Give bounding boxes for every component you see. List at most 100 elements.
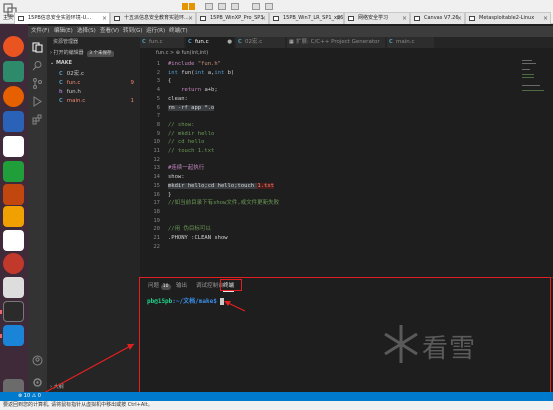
code-text: show: [168,173,185,182]
code-line[interactable]: 7 [140,112,553,121]
code-line[interactable]: 11 // touch 1.txt [140,147,553,156]
code-line[interactable]: 8 // show: [140,121,553,130]
c-file-icon: C [59,80,63,86]
close-icon[interactable]: × [457,13,462,24]
code-line[interactable]: 14 show: [140,173,553,182]
code-line[interactable]: 15 mkdir hello;cd hello;touch 1.txt [140,182,553,191]
tab-main-c[interactable]: C main.c [387,37,435,48]
close-icon[interactable]: × [402,13,407,24]
line-number: 7 [156,113,160,120]
code-line[interactable]: 9 // mkdir hello [140,130,553,139]
code-line[interactable]: 1 #include "fun.h" [140,60,553,69]
minimap[interactable] [520,58,550,118]
close-icon[interactable]: × [543,13,548,24]
code-line[interactable]: 17 //如当前目录下有show文件,或文件更新失败 [140,199,553,208]
settings-icon[interactable] [3,253,24,274]
code-line[interactable]: 20 //用 伪目标可以 [140,225,553,234]
libreoffice-calc-icon[interactable] [3,161,24,182]
firefox-icon[interactable] [3,86,24,107]
explorer-icon[interactable] [32,42,43,53]
menu-selection[interactable]: 选择(S) [77,26,96,37]
h-file-icon: h [59,89,63,95]
code-line[interactable]: 2 int fun(int a,int b) [140,69,553,78]
tab-02hong-c[interactable]: C 02宏.c [236,37,286,48]
code-editor[interactable]: 1 #include "fun.h" 2 int fun(int a,int b) 3{… [140,58,553,276]
file-item[interactable]: h fun.h [47,88,140,97]
run-debug-icon[interactable] [32,96,43,107]
code-line[interactable]: 12 [140,156,553,165]
home-tab[interactable]: 主页 [3,14,13,21]
tab-fun-c-1[interactable]: C fun.c [140,37,185,48]
libreoffice-writer-icon[interactable] [3,111,24,132]
problems-status[interactable]: ⊗ 10 ⚠ 0 [18,392,41,401]
vm-unity-icon[interactable] [265,3,273,10]
code-line[interactable]: 18 [140,208,553,217]
outline-section[interactable]: › 大纲 [47,383,140,392]
file-name: main.c [66,98,86,104]
vm-snapshot-manager-icon[interactable] [231,3,239,10]
code-line[interactable]: 19 [140,217,553,226]
code-line[interactable]: 10 // cd hello [140,138,553,147]
menu-go[interactable]: 转到(G) [123,26,143,37]
document-icon[interactable] [3,136,24,157]
vm-snapshot-icon[interactable] [205,3,213,10]
vm-tab-4[interactable]: 网络安全学习 × [344,12,410,24]
code-line[interactable]: 22 [140,243,553,252]
vm-tab-6[interactable]: Metasploitable2-Linux × [465,12,551,24]
breadcrumb[interactable]: fun.c > ⊕ fun(int,int) [140,49,553,58]
account-icon[interactable] [32,355,43,366]
libreoffice-impress-icon[interactable] [3,184,24,205]
source-control-icon[interactable] [32,78,43,89]
extensions-icon[interactable] [32,114,43,125]
vm-fullscreen-icon[interactable] [252,3,260,10]
menu-edit[interactable]: 编辑(E) [54,26,73,37]
terminal-icon[interactable] [3,301,24,322]
menu-file[interactable]: 文件(F) [31,26,49,37]
tab-extension[interactable]: ▦ 扩展: C/C++ Project Generator [287,37,386,48]
vm-tab-5[interactable]: Canvas V7.26 × [410,12,465,24]
pause-icon[interactable] [182,3,188,10]
vm-tab-3[interactable]: 15PB_Win7_LR_SP1_x86 × [269,12,344,24]
code-line[interactable]: 16} [140,191,553,200]
menu-run[interactable]: 运行(R) [146,26,165,37]
ubuntu-logo-icon[interactable] [3,36,24,57]
code-line[interactable]: 5 clean: [140,95,553,104]
amazon-icon[interactable] [3,230,24,251]
line-number: 9 [156,130,160,137]
close-icon[interactable]: × [102,13,107,24]
file-item[interactable]: C main.c 1 [47,97,140,106]
close-icon[interactable]: × [336,13,341,24]
update-icon[interactable] [3,277,24,298]
problem-count: 1 [130,98,135,104]
unsaved-dot-icon[interactable]: ● [227,37,232,48]
file-item[interactable]: C fun.c 9 [47,79,140,88]
files-icon[interactable] [3,61,24,82]
menu-view[interactable]: 查看(V) [100,26,119,37]
menu-terminal[interactable]: 终端(T) [169,26,188,37]
vm-tab-0[interactable]: 15PB信息安全实验环境-U... × [14,12,110,24]
code-line[interactable]: 6 rm -rf app *.o [140,104,553,113]
file-item[interactable]: C 02宏.c [47,70,140,79]
c-file-icon: C [389,39,393,45]
code-token: mkdir hello;cd hello;touch [168,182,258,189]
activity-bar [28,37,47,392]
close-icon[interactable]: × [261,13,266,24]
app-store-icon[interactable] [3,206,24,227]
open-editors-section[interactable]: › 打开的编辑器 3 个未保存 [47,49,140,58]
code-line[interactable]: 3{ [140,77,553,86]
vm-tab-2[interactable]: 15PB_WinXP_Pro_SP3 × [196,12,269,24]
annotation-terminal-tab-box [220,279,242,291]
code-line[interactable]: 21 .PHONY :CLEAN show [140,234,553,243]
close-icon[interactable]: × [188,13,193,24]
vm-tab-1[interactable]: 十五派信息安全教育实验环... × [110,12,196,24]
gear-icon[interactable] [32,377,43,388]
vm-tab-bar: 主页 15PB信息安全实验环境-U... × 十五派信息安全教育实验环... ×… [0,0,553,24]
code-text: // mkdir hello [168,130,214,139]
vscode-icon[interactable] [3,325,24,346]
code-line[interactable]: 13 #连续一起执行 [140,164,553,173]
vm-snapshot-restore-icon[interactable] [218,3,226,10]
code-line[interactable]: 4 return a+b; [140,86,553,95]
search-icon[interactable] [32,60,43,71]
tab-fun-c-2[interactable]: C fun.c ● [186,37,235,48]
folder-section[interactable]: ⌄ MAKE [47,59,140,68]
